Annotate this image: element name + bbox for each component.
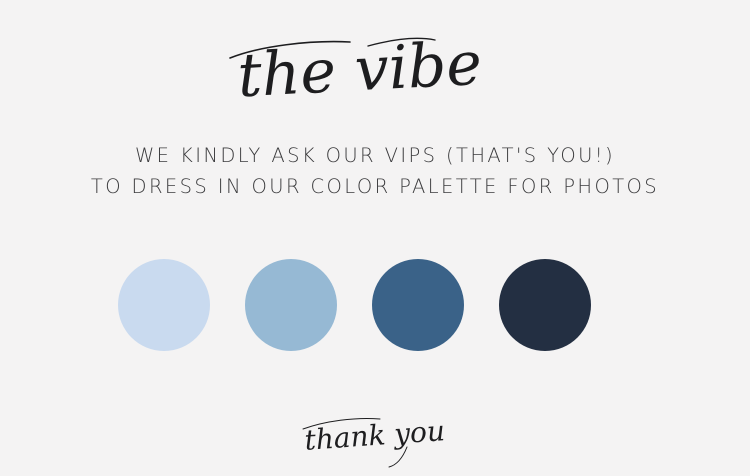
swatch-dusty-blue bbox=[245, 259, 337, 351]
signoff: thank you bbox=[302, 414, 446, 468]
swatch-light-sky-blue bbox=[118, 259, 210, 351]
swatch-navy bbox=[499, 259, 591, 351]
signoff-text: thank you bbox=[303, 414, 446, 457]
swatch-denim-blue bbox=[372, 259, 464, 351]
invitation-card: the vibe WE KINDLY ASK OUR VIPS (THAT'S … bbox=[0, 0, 750, 476]
